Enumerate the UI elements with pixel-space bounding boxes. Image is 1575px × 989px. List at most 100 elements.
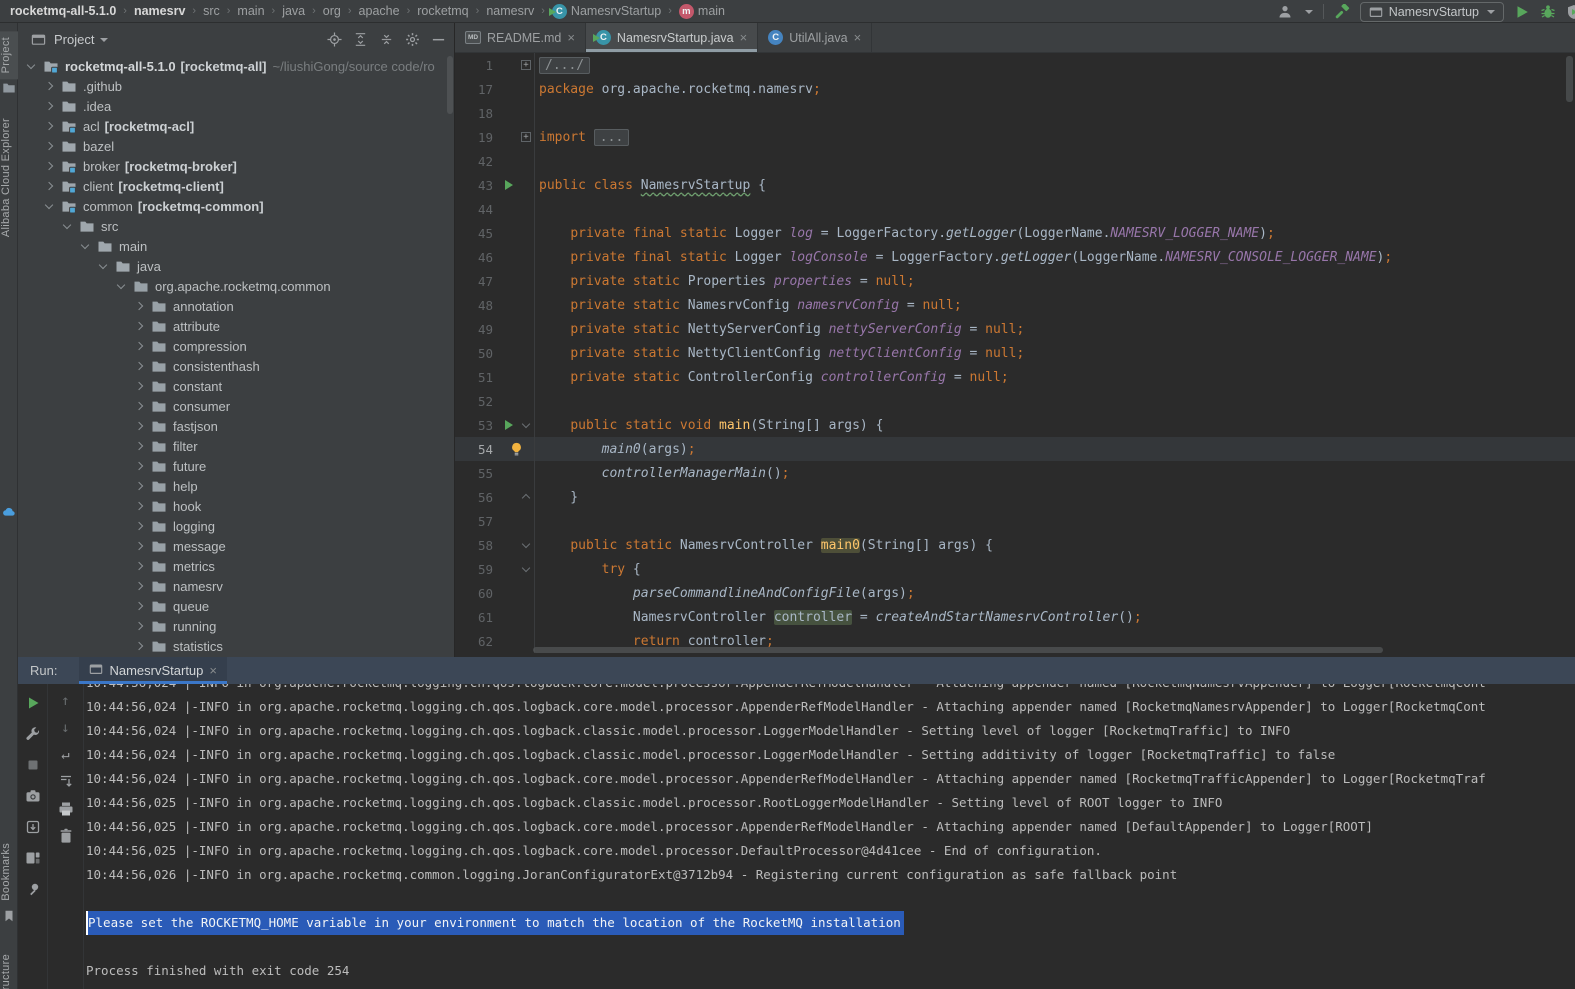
close-icon[interactable]: × [740,31,748,44]
code-line[interactable]: 51 private static ControllerConfig contr… [455,365,1575,389]
settings-icon[interactable] [402,30,422,50]
editor-tab-utilall-java[interactable]: CUtilAll.java× [758,23,872,52]
expand-arrow-icon[interactable] [45,82,53,90]
camera-button[interactable] [24,787,42,805]
code-line[interactable]: 49 private static NettyServerConfig nett… [455,317,1575,341]
breadcrumb-item[interactable]: mmain [679,4,725,19]
expand-arrow-icon[interactable] [135,522,143,530]
breadcrumb-item[interactable]: namesrv [486,4,534,18]
tree-row[interactable]: future [18,456,454,476]
tree-row[interactable]: consumer [18,396,454,416]
code-line[interactable]: 50 private static NettyClientConfig nett… [455,341,1575,365]
stripe-structure-button[interactable]: Structure [0,954,18,989]
collapse-arrow-icon[interactable] [45,200,53,208]
tree-row[interactable]: main [18,236,454,256]
scroll-end-button[interactable] [57,773,75,791]
expand-arrow-icon[interactable] [45,102,53,110]
breadcrumb-item[interactable]: rocketmq [417,4,468,18]
code-line[interactable]: 59 try { [455,557,1575,581]
chevron-down-icon[interactable] [100,38,108,42]
breadcrumb-item[interactable]: src [203,4,220,18]
breadcrumb-item[interactable]: main [237,4,264,18]
stripe-bookmarks-button[interactable]: Bookmarks [0,843,18,901]
tree-row[interactable]: .github [18,76,454,96]
code-line[interactable]: 53 public static void main(String[] args… [455,413,1575,437]
collapse-all-icon[interactable] [376,30,396,50]
bookmark-icon[interactable] [2,909,16,923]
expand-arrow-icon[interactable] [135,502,143,510]
collapse-arrow-icon[interactable] [81,240,89,248]
locate-icon[interactable] [324,30,344,50]
rerun-button[interactable] [24,694,42,712]
tree-row[interactable]: namesrv [18,576,454,596]
code-line[interactable]: 44 [455,197,1575,221]
expand-arrow-icon[interactable] [135,382,143,390]
tree-row[interactable]: common[rocketmq-common] [18,196,454,216]
clear-button[interactable] [57,827,75,845]
code-line[interactable]: 17package org.apache.rocketmq.namesrv; [455,77,1575,101]
tree-row[interactable]: attribute [18,316,454,336]
fold-expand-icon[interactable]: + [521,60,531,70]
fold-expand-icon[interactable]: + [521,132,531,142]
layout-button[interactable] [24,849,42,867]
debug-button[interactable] [1540,4,1556,20]
editor-tab-readme-md[interactable]: MDREADME.md× [455,23,586,52]
breadcrumb-item[interactable]: namesrv [134,4,185,18]
breadcrumb-item[interactable]: rocketmq-all-5.1.0 [10,4,116,18]
tree-row[interactable]: filter [18,436,454,456]
close-icon[interactable]: × [209,664,217,677]
expand-arrow-icon[interactable] [135,322,143,330]
expand-arrow-icon[interactable] [135,642,143,650]
coverage-button[interactable] [1566,4,1575,20]
run-configuration-select[interactable]: NamesrvStartup [1360,2,1504,22]
collapse-arrow-icon[interactable] [63,220,71,228]
stripe-project-button[interactable]: Project [0,31,18,79]
tree-row[interactable]: help [18,476,454,496]
tree-row[interactable]: statistics [18,636,454,656]
code-line[interactable]: 43public class NamesrvStartup { [455,173,1575,197]
tree-scrollbar[interactable] [447,56,453,114]
chevron-down-icon[interactable] [1305,10,1313,14]
close-icon[interactable]: × [567,31,575,44]
console-output[interactable]: 10:44:56,024 |-INFO in org.apache.rocket… [84,684,1575,989]
run-tab[interactable]: NamesrvStartup × [79,657,227,684]
tree-row[interactable]: metrics [18,556,454,576]
tree-row[interactable]: org.apache.rocketmq.common [18,276,454,296]
tree-row[interactable]: annotation [18,296,454,316]
code-line[interactable]: 42 [455,149,1575,173]
folder-icon[interactable] [2,81,16,95]
tree-row[interactable]: queue [18,596,454,616]
code-line[interactable]: 48 private static NamesrvConfig namesrvC… [455,293,1575,317]
editor-horizontal-scrollbar[interactable] [533,647,1383,653]
breadcrumb-item[interactable]: org [323,4,341,18]
fold-collapse-icon[interactable] [522,564,530,572]
expand-arrow-icon[interactable] [135,602,143,610]
code-line[interactable]: 19+import ... [455,125,1575,149]
tree-row[interactable]: constant [18,376,454,396]
code-line[interactable]: 61 NamesrvController controller = create… [455,605,1575,629]
code-line[interactable]: 57 [455,509,1575,533]
code-line[interactable]: 52 [455,389,1575,413]
expand-arrow-icon[interactable] [135,442,143,450]
expand-arrow-icon[interactable] [135,402,143,410]
expand-arrow-icon[interactable] [27,60,35,68]
code-line[interactable]: 60 parseCommandlineAndConfigFile(args); [455,581,1575,605]
stop-button[interactable] [24,756,42,774]
run-line-icon[interactable] [505,180,513,190]
expand-arrow-icon[interactable] [45,122,53,130]
code-line[interactable]: 47 private static Properties properties … [455,269,1575,293]
intention-bulb-icon[interactable] [509,441,524,457]
run-button[interactable] [1514,4,1530,20]
breadcrumb-item[interactable]: java [282,4,305,18]
editor-tab-namesrvstartup-java[interactable]: CNamesrvStartup.java× [586,23,758,52]
collapse-arrow-icon[interactable] [117,280,125,288]
hide-icon[interactable] [428,30,448,50]
tree-row[interactable]: rocketmq-all-5.1.0 [rocketmq-all] ~/lius… [18,56,454,76]
arrow-down-button[interactable]: ↓ [57,719,75,737]
stripe-alibaba-cloud-explorer-button[interactable]: Alibaba Cloud Explorer [0,118,18,237]
tree-row[interactable]: src [18,216,454,236]
tree-row[interactable]: running [18,616,454,636]
expand-arrow-icon[interactable] [135,582,143,590]
tree-row[interactable]: consistenthash [18,356,454,376]
fold-collapse-icon[interactable] [522,540,530,548]
